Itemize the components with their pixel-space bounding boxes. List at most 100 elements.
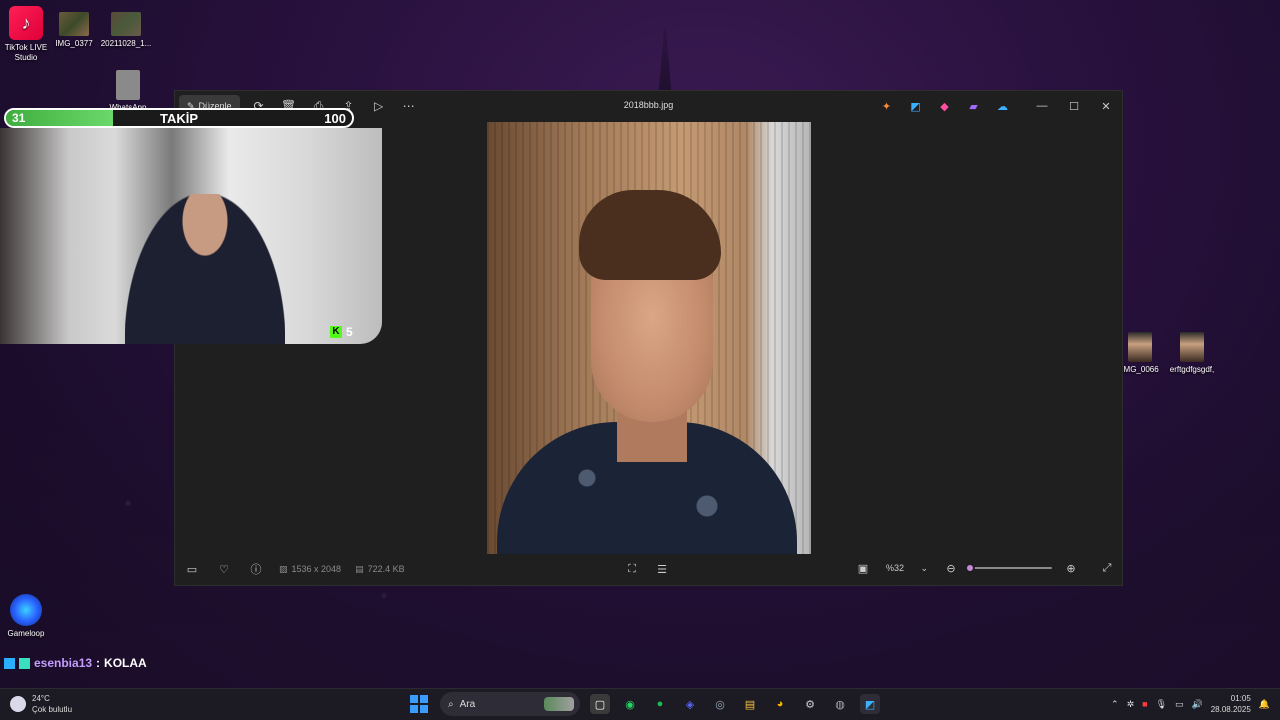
follow-current: 31 [12,111,26,125]
photos-app-icon[interactable]: ◩ [860,694,880,714]
favorite-heart-icon[interactable]: ♡ [215,559,233,579]
follow-goal-bar: 31 TAKİP 100 [4,108,354,128]
search-placeholder: Ara [459,698,476,710]
filmstrip-icon[interactable]: ▭ [183,559,201,579]
file-size: ▤ 722.4 KB [355,563,405,575]
weather-desc: Çok bulutlu [32,705,73,714]
chevron-down-icon: ⌄ [920,562,928,573]
tray-red-app-icon[interactable]: ■ [1142,699,1147,709]
desktop-icon-gameloop[interactable]: Gameloop [0,594,52,639]
zoom-slider-thumb[interactable] [965,563,975,573]
taskbar-search[interactable]: ⌕ Ara [440,692,580,716]
zoom-dropdown[interactable]: %32 ⌄ [882,558,932,578]
image-file-icon [59,12,89,36]
kick-viewer-count: K 5 [330,325,353,339]
chat-separator: : [96,656,101,670]
start-button[interactable] [408,693,430,715]
bottom-bar-center: ⛶ ☰ [623,559,671,579]
desktop-icon-tiktok-live-studio[interactable]: ♪ TikTok LIVE Studio [0,6,52,63]
taskbar-apps: ⌕ Ara ▢ ◉ ● ◈ ◎ ▤ ◕ ⚙ ◍ ◩ [408,692,880,716]
zoom-value: %32 [886,563,905,573]
close-icon[interactable]: ✕ [1090,91,1122,121]
taskbar: 24°C Çok bulutlu ⌕ Ara ▢ ◉ ● ◈ ◎ ▤ ◕ ⚙ ◍… [0,688,1280,720]
tray-overflow-chevron-icon[interactable]: ⌃ [1111,699,1119,710]
bottom-bar-right: ▣ %32 ⌄ ⊖ ⊕ ⤢ [854,558,1116,578]
image-file-icon [116,70,140,100]
search-icon: ⌕ [448,698,454,710]
task-view-icon[interactable]: ▢ [590,694,610,714]
desktop-icon-20211028[interactable]: 20211028_1... [100,12,152,49]
streamer-video [125,194,285,344]
cloudy-weather-icon [10,696,26,712]
tray-app-icon[interactable]: ✲ [1127,699,1135,710]
chat-message: esenbia13 : KOLAA [4,656,147,670]
desktop-icon-label: TikTok LIVE Studio [4,43,48,62]
microphone-icon[interactable]: 🎙 [1156,699,1167,710]
window-controls: — ☐ ✕ [1026,91,1122,121]
image-file-icon [111,12,141,36]
clock-date: 28.08.2025 [1210,705,1251,714]
gameloop-icon [10,594,42,626]
maximize-icon[interactable]: ☐ [1058,91,1090,121]
chat-text: KOLAA [104,656,147,670]
visual-search-icon[interactable]: ⛶ [623,559,641,579]
bottom-bar: ▭ ♡ ⓘ ▨ 1536 x 2048 ▤ 722.4 KB ⛶ ☰ ▣ %32… [175,553,1122,585]
volume-icon[interactable]: 🔊 [1192,699,1203,710]
edit-with-apps: ✦ ◩ ◆ ▰ ☁ [877,97,1012,115]
tiktok-icon: ♪ [9,6,43,40]
settings-gear-icon[interactable]: ⚙ [800,694,820,714]
text-scan-icon[interactable]: ☰ [653,559,671,579]
chat-username: esenbia13 [34,656,93,670]
dimensions-icon: ▨ [279,563,288,574]
clock[interactable]: 01:05 28.08.2025 [1211,693,1251,715]
zoom-out-icon[interactable]: ⊖ [942,558,960,578]
file-size-icon: ▤ [355,563,364,574]
weather-temp: 24°C [32,694,50,703]
discord-icon[interactable]: ◈ [680,694,700,714]
kick-viewers: 5 [346,325,353,339]
chat-badge-icon [19,657,30,669]
obs-icon[interactable]: ◍ [830,694,850,714]
desktop-icon-img-0377[interactable]: IMG_0377 [48,12,100,49]
more-options-icon[interactable]: ⋯ [398,95,420,117]
wallpaper-tower [658,28,672,98]
whatsapp-icon[interactable]: ◉ [620,694,640,714]
desktop-icon-label: IMG_0377 [55,39,93,48]
system-tray: ⌃ ✲ ■ 🎙 ▭ 🔊 01:05 28.08.2025 🔔 [1111,693,1270,715]
actual-size-icon[interactable]: ▣ [854,558,872,578]
spotify-icon[interactable]: ● [650,694,670,714]
slideshow-icon[interactable]: ▷ [368,95,390,117]
onedrive-off-icon[interactable]: ☁ [993,97,1012,115]
kick-logo-icon: K [330,326,342,338]
desktop-icon-label: 20211028_1... [100,39,152,48]
chat-badge-icon [4,657,15,669]
weather-widget[interactable]: 24°C Çok bulutlu [10,693,72,715]
bottom-bar-left: ▭ ♡ ⓘ ▨ 1536 x 2048 ▤ 722.4 KB [183,559,405,579]
steam-icon[interactable]: ◎ [710,694,730,714]
paint-icon[interactable]: ◩ [906,97,925,115]
image-file-icon [1128,332,1152,362]
designer-icon[interactable]: ◆ [935,97,954,115]
file-explorer-icon[interactable]: ▤ [740,694,760,714]
follow-goal: 100 [324,110,346,126]
follow-label: TAKİP [160,110,199,126]
photo-canvas[interactable] [487,122,811,554]
network-icon[interactable]: ▭ [1175,699,1184,710]
chrome-icon[interactable]: ◕ [770,694,790,714]
desktop-icon-label: erftgdfgsgdf, [1169,365,1215,374]
clock-time: 01:05 [1230,694,1251,703]
minimize-icon[interactable]: — [1026,91,1058,121]
desktop-icon-label: Gameloop [7,629,45,638]
notification-bell-icon[interactable]: 🔔 [1259,699,1270,710]
image-dimensions: ▨ 1536 x 2048 [279,563,342,575]
zoom-slider[interactable] [965,561,1052,575]
copilot-icon[interactable]: ✦ [877,97,896,115]
fullscreen-icon[interactable]: ⤢ [1098,558,1116,578]
clipchamp-icon[interactable]: ▰ [964,97,983,115]
info-icon[interactable]: ⓘ [247,559,265,579]
webcam-overlay [0,128,382,344]
image-file-icon [1180,332,1204,362]
zoom-in-icon[interactable]: ⊕ [1062,558,1080,578]
search-highlight-icon [544,697,574,711]
desktop-icon-erftgdfgsgdf[interactable]: erftgdfgsgdf, [1164,332,1220,375]
